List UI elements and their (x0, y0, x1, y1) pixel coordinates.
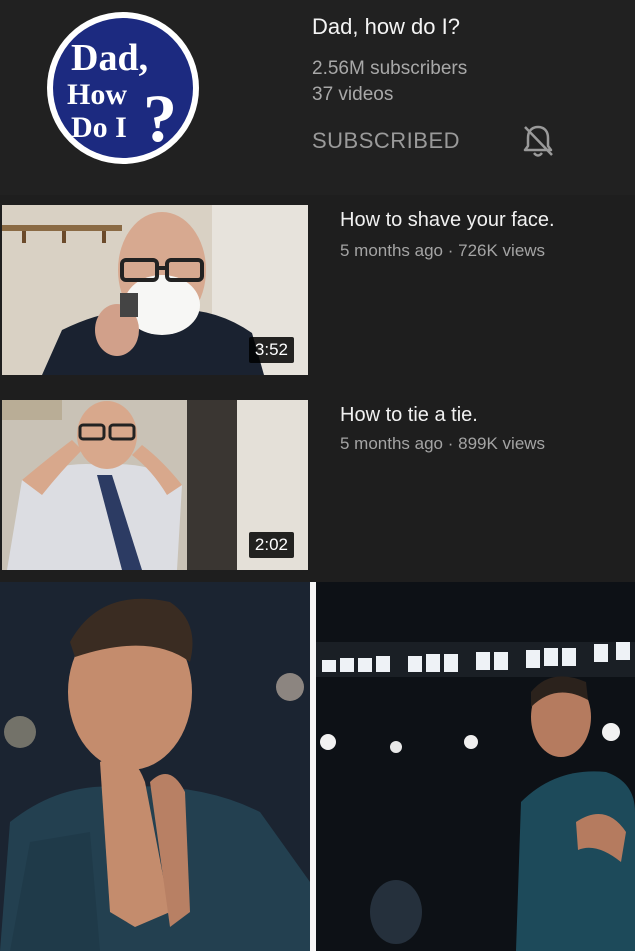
channel-logo[interactable]: Dad, How Do I ? (47, 12, 199, 164)
subscriber-count: 2.56M subscribers (312, 58, 468, 79)
logo-word-dad: Dad, (71, 37, 148, 79)
photo-right (316, 582, 635, 951)
video-duration: 3:52 (248, 337, 294, 363)
channel-logo-art: Dad, How Do I ? (67, 37, 177, 156)
video-duration: 2:02 (248, 532, 294, 558)
player-praying-image (0, 582, 310, 951)
video-row[interactable]: 2:02 How to tie a tie. 5 months ago · 89… (0, 390, 635, 580)
logo-word-doi: Do I (71, 111, 127, 144)
logo-word-how: How (67, 78, 127, 111)
subscribed-button[interactable]: SUBSCRIBED (312, 128, 460, 154)
video-meta: 5 months ago · 899K views (340, 434, 546, 453)
video-row[interactable]: 3:52 How to shave your face. 5 months ag… (0, 195, 635, 390)
logo-question-mark: ? (143, 80, 177, 156)
player-hand-on-chest-image (316, 582, 635, 951)
channel-logo-disc: Dad, How Do I ? (53, 18, 193, 158)
video-count: 37 videos (312, 84, 394, 105)
channel-title[interactable]: Dad, how do I? (312, 14, 460, 40)
video-thumbnail[interactable]: 3:52 (2, 205, 308, 375)
bell-off-icon[interactable] (520, 122, 556, 160)
video-title[interactable]: How to shave your face. (340, 209, 555, 232)
photo-left (0, 582, 310, 951)
video-title[interactable]: How to tie a tie. (340, 404, 478, 427)
channel-header: Dad, How Do I ? Dad, how do I? 2.56M sub… (0, 0, 635, 195)
video-thumbnail[interactable]: 2:02 (2, 400, 308, 570)
video-meta: 5 months ago · 726K views (340, 241, 546, 260)
